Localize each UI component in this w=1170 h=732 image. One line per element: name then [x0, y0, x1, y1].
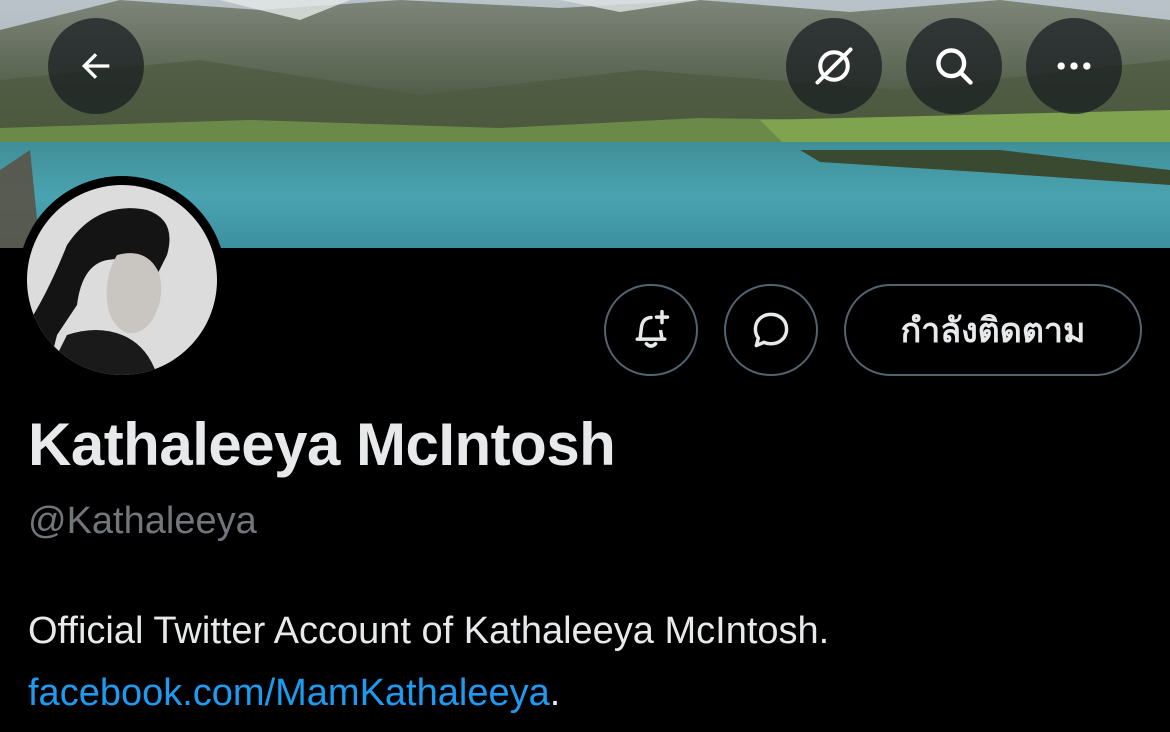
avatar-image [27, 185, 217, 375]
avatar[interactable] [18, 176, 226, 384]
message-bubble-icon [753, 312, 789, 348]
more-button[interactable] [1026, 18, 1122, 114]
bio-link-suffix: . [549, 672, 561, 714]
following-button[interactable]: กำลังติดตาม [844, 284, 1142, 376]
more-icon [1057, 62, 1091, 70]
display-name: Kathaleeya McIntosh [28, 411, 616, 478]
bio-link[interactable]: facebook.com/MamKathaleeya [28, 672, 550, 714]
user-handle: @Kathaleeya [28, 500, 257, 542]
grok-icon [815, 47, 853, 85]
following-button-label: กำลังติดตาม [900, 311, 1086, 351]
message-button[interactable] [724, 284, 818, 376]
bio-text: Official Twitter Account of Kathaleeya M… [28, 610, 830, 652]
back-arrow-icon [81, 53, 110, 79]
search-button[interactable] [906, 18, 1002, 114]
search-icon [936, 48, 973, 85]
bell-plus-icon [635, 309, 670, 348]
bio-link-line: facebook.com/MamKathaleeya. [28, 662, 829, 724]
profile-bio: Official Twitter Account of Kathaleeya M… [28, 600, 829, 724]
notify-button[interactable] [604, 284, 698, 376]
grok-button[interactable] [786, 18, 882, 114]
back-button[interactable] [48, 18, 144, 114]
